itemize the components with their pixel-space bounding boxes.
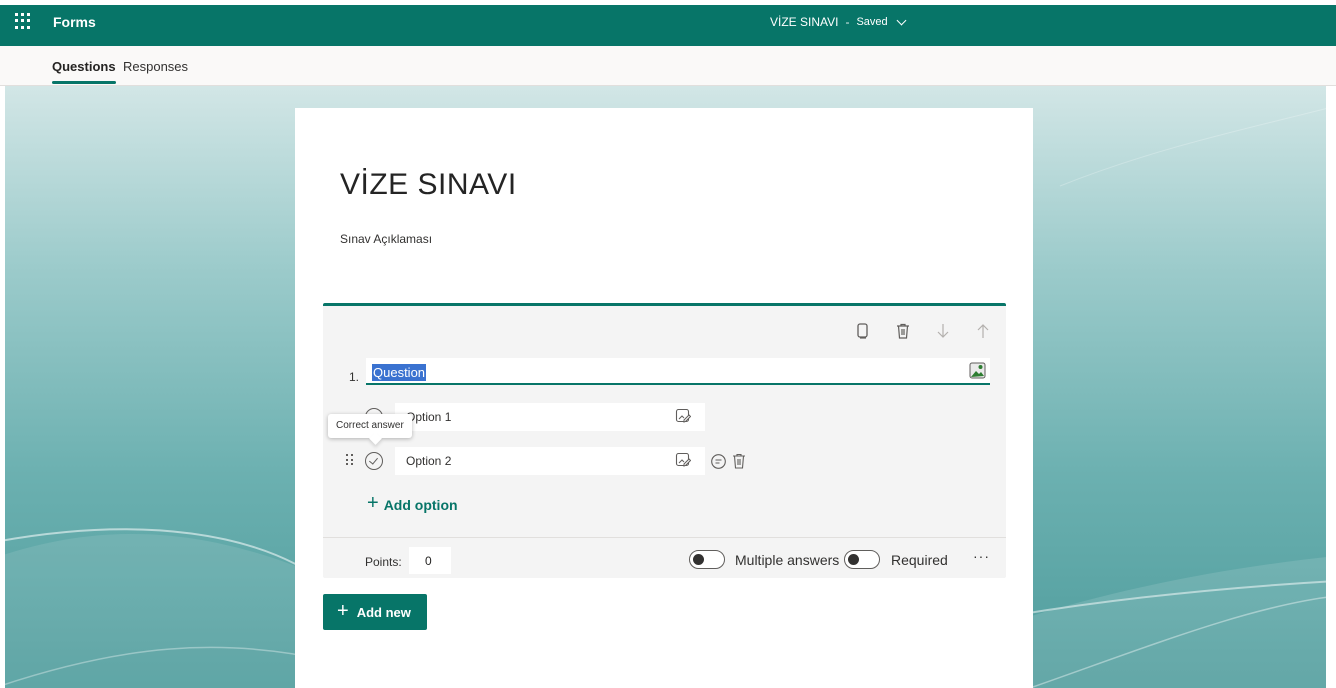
form-title[interactable]: VİZE SINAVI: [340, 168, 517, 202]
question-title-input[interactable]: Question: [366, 358, 990, 385]
multiple-answers-label: Multiple answers: [735, 552, 840, 568]
add-new-button[interactable]: + Add new: [323, 594, 427, 630]
insert-media-icon[interactable]: [969, 362, 986, 384]
document-title: VİZE SINAVI: [770, 15, 839, 29]
option-2-field[interactable]: Option 2: [395, 447, 705, 475]
chevron-down-icon: [896, 15, 907, 25]
plus-icon: +: [337, 599, 349, 622]
save-status: Saved: [856, 16, 888, 28]
move-down-icon[interactable]: [934, 322, 952, 340]
correct-answer-tooltip: Correct answer: [328, 414, 412, 438]
option-1-field[interactable]: Option 1: [395, 403, 705, 431]
option-1-label: Option 1: [406, 410, 452, 424]
tab-questions[interactable]: Questions: [52, 59, 116, 84]
drag-handle-icon[interactable]: [346, 454, 356, 466]
form-description[interactable]: Sınav Açıklaması: [340, 232, 432, 246]
app-launcher-icon[interactable]: [15, 13, 31, 29]
delete-option-icon[interactable]: [731, 452, 747, 474]
app-name[interactable]: Forms: [53, 14, 96, 30]
page-edge-left: [0, 86, 5, 688]
multiple-answers-toggle[interactable]: [689, 550, 725, 569]
question-footer: Points: 0 Multiple answers Required ···: [323, 537, 1006, 581]
plus-icon: +: [367, 492, 379, 514]
question-title-text: Question: [372, 364, 427, 381]
question-card[interactable]: 1. Question Option 1 Correct answer Opti…: [323, 303, 1006, 578]
option-2-label: Option 2: [406, 454, 452, 468]
tab-responses[interactable]: Responses: [123, 59, 188, 74]
tab-bar: Questions Responses: [0, 46, 1336, 86]
document-title-menu[interactable]: VİZE SINAVI - Saved: [770, 15, 907, 29]
app-header: Forms VİZE SINAVI - Saved: [0, 0, 1336, 46]
question-toolbar: [854, 322, 992, 340]
title-separator: -: [845, 15, 850, 29]
delete-icon[interactable]: [894, 322, 912, 340]
form-sheet: VİZE SINAVI Sınav Açıklaması 1. Question: [295, 108, 1033, 688]
points-input[interactable]: 0: [409, 547, 451, 574]
insert-image-icon[interactable]: [675, 452, 692, 471]
required-toggle[interactable]: [844, 550, 880, 569]
page-edge-right: [1326, 86, 1336, 688]
option-2-correct-toggle[interactable]: [365, 452, 383, 470]
add-option-button[interactable]: + Add option: [367, 492, 458, 515]
move-up-icon[interactable]: [974, 322, 992, 340]
feedback-icon[interactable]: [710, 453, 727, 475]
more-options-icon[interactable]: ···: [973, 548, 990, 564]
required-label: Required: [891, 552, 948, 568]
add-option-label: Add option: [383, 496, 458, 513]
copy-icon[interactable]: [854, 322, 872, 340]
question-number: 1.: [349, 370, 360, 384]
insert-image-icon[interactable]: [675, 408, 692, 427]
points-label: Points:: [365, 555, 402, 569]
add-new-label: Add new: [356, 604, 411, 620]
